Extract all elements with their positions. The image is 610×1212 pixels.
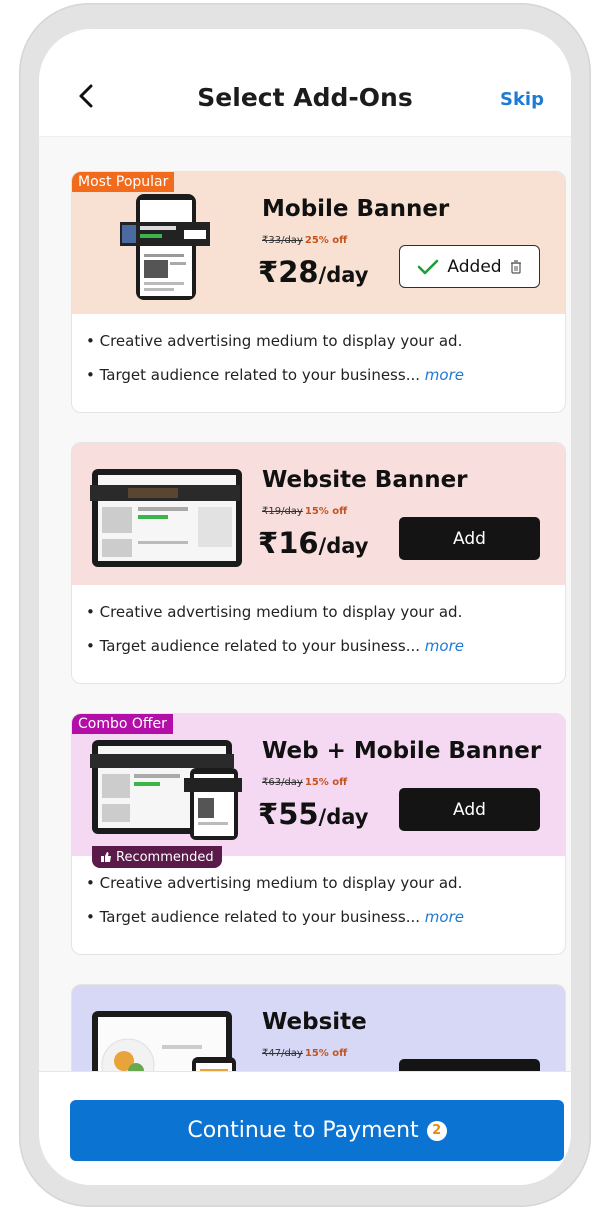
continue-to-payment-button[interactable]: Continue to Payment 2 <box>70 1100 564 1161</box>
original-price: ₹47/day 15% off <box>262 1048 348 1059</box>
website-banner-thumbnail <box>90 469 242 567</box>
current-price: ₹55/day <box>258 797 369 831</box>
more-link[interactable]: more <box>425 908 464 926</box>
bullet-item: • Target audience related to your busine… <box>86 637 464 655</box>
current-price: ₹28/day <box>258 255 369 289</box>
header: Select Add-Ons Skip <box>39 29 571 137</box>
screen: Select Add-Ons Skip Mobile Banner ₹33/da… <box>39 29 571 1185</box>
phone-frame: Select Add-Ons Skip Mobile Banner ₹33/da… <box>19 3 591 1207</box>
cta-label: Continue to Payment <box>187 1118 419 1143</box>
bullet-item: • Creative advertising medium to display… <box>86 874 463 892</box>
added-button[interactable]: Added <box>399 245 540 288</box>
original-price: ₹33/day 25% off <box>262 235 348 246</box>
card-description: • Creative advertising medium to display… <box>72 585 565 683</box>
most-popular-badge: Most Popular <box>72 172 175 192</box>
card-header: Website Banner ₹19/day 15% off ₹16/day Ad… <box>72 443 565 585</box>
card-header: Website ₹47/day 15% off <box>72 985 565 1077</box>
footer: Continue to Payment 2 <box>39 1071 571 1185</box>
original-price: ₹63/day 15% off <box>262 777 348 788</box>
website-thumbnail <box>92 1011 236 1077</box>
card-header: Web + Mobile Banner ₹63/day 15% off ₹55/d… <box>72 714 565 868</box>
bullet-item: • Creative advertising medium to display… <box>86 603 463 621</box>
added-label: Added <box>447 256 502 277</box>
skip-button[interactable]: Skip <box>500 89 544 110</box>
add-button[interactable]: Add <box>399 517 540 560</box>
bullet-item: • Creative advertising medium to display… <box>86 332 463 350</box>
addons-list[interactable]: Mobile Banner ₹33/day 25% off ₹28/day Add… <box>39 137 571 1077</box>
addon-card-website: Website ₹47/day 15% off <box>71 984 566 1077</box>
combo-offer-badge: Combo Offer <box>72 714 173 734</box>
product-name: Web + Mobile Banner <box>262 738 542 764</box>
check-icon <box>418 259 439 274</box>
addon-card-website-banner: Website Banner ₹19/day 15% off ₹16/day Ad… <box>71 442 566 684</box>
mobile-banner-thumbnail <box>120 194 210 300</box>
delete-icon[interactable] <box>510 259 522 274</box>
bullet-item: • Target audience related to your busine… <box>86 908 464 926</box>
bullet-item: • Target audience related to your busine… <box>86 366 464 384</box>
card-description: • Creative advertising medium to display… <box>72 314 565 412</box>
web-mobile-banner-thumbnail <box>90 740 242 840</box>
card-description: • Creative advertising medium to display… <box>72 856 565 954</box>
current-price: ₹16/day <box>258 526 369 560</box>
addon-card-mobile-banner: Mobile Banner ₹33/day 25% off ₹28/day Add… <box>71 171 566 413</box>
more-link[interactable]: more <box>425 637 464 655</box>
product-name: Website <box>262 1009 367 1035</box>
cart-count-badge: 2 <box>426 1120 447 1141</box>
add-button[interactable]: Add <box>399 788 540 831</box>
original-price: ₹19/day 15% off <box>262 506 348 517</box>
more-link[interactable]: more <box>425 366 464 384</box>
product-name: Mobile Banner <box>262 196 450 222</box>
addon-card-web-mobile-banner: Web + Mobile Banner ₹63/day 15% off ₹55/d… <box>71 713 566 955</box>
product-name: Website Banner <box>262 467 468 493</box>
card-header: Mobile Banner ₹33/day 25% off ₹28/day Add… <box>72 172 565 314</box>
page-title: Select Add-Ons <box>197 83 413 112</box>
